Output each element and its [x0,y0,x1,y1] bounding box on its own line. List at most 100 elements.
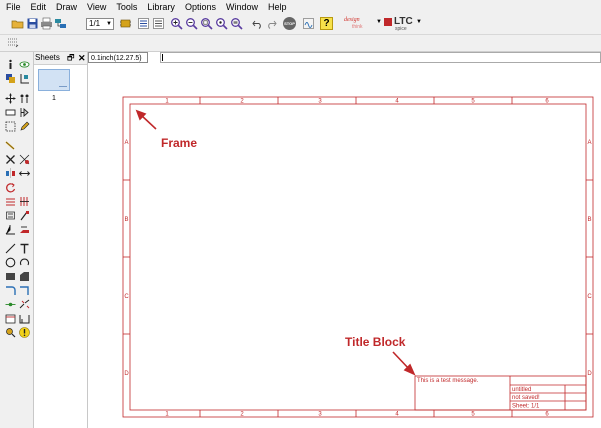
ltspice-logo[interactable]: LTC spice [384,16,413,32]
menu-view[interactable]: View [83,0,110,15]
open-folder-icon[interactable] [11,17,24,30]
zoom-ratio-select[interactable]: 1/1 ▼ [86,18,114,30]
sheets-panel-title: Sheets [35,53,60,62]
net-label-icon[interactable] [19,224,30,235]
frame-annotation: Frame [161,136,198,150]
rectangle-icon[interactable] [5,271,16,282]
save-icon[interactable] [26,17,39,30]
chevron-down-icon[interactable]: ▼ [376,19,382,25]
junction-icon[interactable] [5,299,16,310]
undo-icon[interactable] [251,17,264,30]
menu-window[interactable]: Window [222,0,262,15]
frame-inner-border [129,103,587,411]
schematic-canvas[interactable]: 0.1inch(12.27.5) 1 2 3 4 5 6 1 2 3 4 5 6… [88,52,601,428]
corner-bus-icon[interactable] [19,285,30,296]
component-icon[interactable] [5,73,16,84]
place-part-icon[interactable] [119,17,132,30]
netlist-icon[interactable] [54,17,67,30]
ltspice-logo-sub: spice [395,26,407,32]
frame-arrow-line [140,114,157,130]
title-block-annotation: Title Block [345,335,406,349]
drag-icon[interactable] [19,93,30,104]
thumbnail-mark [59,86,67,87]
menu-tools[interactable]: Tools [112,0,141,15]
menu-file[interactable]: File [2,0,25,15]
sheet-symbol-icon[interactable] [5,313,16,324]
sheet-thumbnail[interactable] [38,69,70,91]
probe-icon[interactable] [19,210,30,221]
pin-edit-icon[interactable] [19,73,30,84]
title-block-saved: not saved! [512,395,540,401]
designthink-logo-line1: design [344,17,360,23]
cut-junction-icon[interactable] [19,154,30,165]
warning-icon[interactable] [19,327,30,338]
menu-bar: File Edit Draw View Tools Library Option… [0,0,601,15]
zoom-all-icon[interactable] [230,17,243,30]
polygon-icon[interactable] [19,271,30,282]
resistor-icon[interactable] [5,107,16,118]
secondary-toolbar [0,35,601,52]
menu-options[interactable]: Options [181,0,220,15]
zoom-out-icon[interactable] [185,17,198,30]
main-toolbar: 1/1 ▼ STOP ? design think ▼ LTC spice ▼ [0,15,601,35]
row-label: C [124,294,129,300]
menu-draw[interactable]: Draw [52,0,81,15]
designthink-logo[interactable]: design think [342,16,375,32]
menu-edit[interactable]: Edit [27,0,51,15]
bus-icon[interactable] [19,196,30,207]
print-icon[interactable] [40,17,53,30]
eye-icon[interactable] [19,59,30,70]
chevron-down-icon[interactable]: ▼ [416,19,422,25]
row-label: D [587,371,592,377]
menu-help[interactable]: Help [264,0,291,15]
title-block-message: This is a test message. [417,378,479,384]
row-label: B [587,217,591,223]
bus-entry-icon[interactable] [5,196,16,207]
circle-icon[interactable] [5,257,16,268]
find-part-icon[interactable] [5,327,16,338]
capacitor-icon[interactable] [5,210,16,221]
gate-icon[interactable] [19,107,30,118]
line-icon[interactable] [5,243,16,254]
wire-icon[interactable] [5,140,16,151]
parts-list-icon[interactable] [152,17,165,30]
simulate-icon[interactable] [302,17,315,30]
line-angle-icon[interactable] [5,224,16,235]
sheets-panel-header: Sheets 🗗 ✕ [34,52,87,65]
move-icon[interactable] [5,93,16,104]
stop-button[interactable]: STOP [283,17,296,30]
text-icon[interactable] [19,243,30,254]
flip-icon[interactable] [19,168,30,179]
title-block-name: untitled [512,387,531,393]
info-icon[interactable] [5,59,16,70]
row-label: C [587,294,592,300]
row-label: A [587,140,591,146]
title-block-sheet: Sheet: 1/1 [512,404,540,410]
toolbar-grip-icon[interactable] [7,37,19,49]
port-icon[interactable] [19,313,30,324]
zoom-fit-icon[interactable] [215,17,228,30]
rotate-icon[interactable] [5,182,16,193]
sheet-number: 1 [52,95,56,102]
row-label: B [124,217,128,223]
pencil-icon[interactable] [19,121,30,132]
tool-palette [0,52,34,428]
delete-icon[interactable] [5,154,16,165]
chevron-down-icon: ▼ [106,21,112,27]
row-label: A [124,140,128,146]
redo-icon[interactable] [265,17,278,30]
restore-icon[interactable]: 🗗 [67,52,75,64]
net-break-icon[interactable] [19,299,30,310]
help-button[interactable]: ? [320,17,333,30]
zoom-area-icon[interactable] [200,17,213,30]
zoom-in-icon[interactable] [170,17,183,30]
close-icon[interactable]: ✕ [78,52,86,64]
corner-wire-icon[interactable] [5,285,16,296]
select-box-icon[interactable] [5,121,16,132]
mirror-icon[interactable] [5,168,16,179]
sheets-panel: Sheets 🗗 ✕ 1 [34,52,88,428]
arc-icon[interactable] [19,257,30,268]
menu-library[interactable]: Library [143,0,179,15]
schematic-frame: 1 2 3 4 5 6 1 2 3 4 5 6 A B C D A B C D … [122,96,594,418]
library-list-icon[interactable] [137,17,150,30]
